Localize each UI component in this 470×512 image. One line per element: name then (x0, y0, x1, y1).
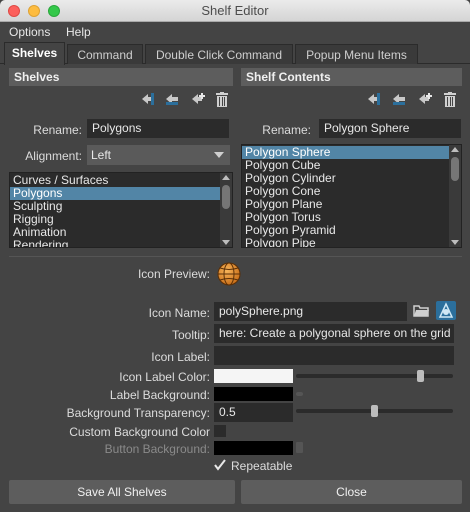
icon-label-color-slider-handle[interactable] (417, 370, 424, 382)
scroll-down-icon[interactable] (222, 240, 230, 245)
move-item-left-icon[interactable] (365, 91, 383, 107)
icon-preview-label: Icon Preview: (137, 267, 210, 281)
shelf-rename-label: Rename: (33, 123, 82, 137)
shelves-header: Shelves (9, 68, 233, 86)
scroll-up-icon[interactable] (451, 147, 459, 152)
icon-label-input[interactable] (214, 346, 454, 365)
background-transparency-slider-handle[interactable] (371, 405, 378, 417)
item-rename-input[interactable]: Polygon Sphere (319, 119, 461, 138)
move-shelf-up-icon[interactable] (139, 91, 157, 107)
icon-name-label: Icon Name: (148, 306, 210, 320)
menu-help[interactable]: Help (66, 25, 91, 39)
tab-shelves[interactable]: Shelves (4, 42, 65, 65)
label-background-slider (296, 392, 303, 396)
alignment-value: Left (91, 148, 112, 162)
tab-popup-menu-items[interactable]: Popup Menu Items (295, 44, 418, 64)
new-item-icon[interactable] (416, 91, 434, 107)
sphere-icon (217, 262, 241, 286)
scroll-down-icon[interactable] (451, 240, 459, 245)
browse-icon-button[interactable] (436, 301, 456, 320)
chevron-down-icon (214, 152, 224, 158)
alignment-label: Alignment: (25, 149, 82, 163)
shelf-rename-input[interactable]: Polygons (87, 119, 229, 138)
scroll-thumb[interactable] (451, 157, 459, 181)
label-background-swatch[interactable] (214, 387, 293, 401)
shelves-list[interactable]: Curves / Surfaces Polygons Sculpting Rig… (9, 172, 233, 248)
button-background-label: Button Background: (104, 442, 210, 456)
tab-bar: Shelves Command Double Click Command Pop… (0, 42, 470, 65)
window-title: Shelf Editor (201, 3, 269, 18)
save-all-shelves-button[interactable]: Save All Shelves (9, 480, 235, 504)
section-divider (9, 256, 462, 257)
contents-list-scrollbar[interactable] (449, 145, 461, 247)
menu-options[interactable]: Options (9, 25, 50, 39)
label-background-label: Label Background: (109, 388, 210, 402)
icon-label-label: Icon Label: (151, 350, 210, 364)
tooltip-input[interactable]: here: Create a polygonal sphere on the g… (214, 324, 454, 343)
shelf-contents-list[interactable]: Polygon Sphere Polygon Cube Polygon Cyli… (241, 144, 462, 248)
delete-shelf-trash-icon[interactable] (213, 91, 231, 107)
folder-icon[interactable] (413, 303, 430, 318)
item-rename-label: Rename: (262, 123, 311, 137)
new-shelf-icon[interactable] (189, 91, 207, 107)
scroll-thumb[interactable] (222, 185, 230, 209)
scroll-up-icon[interactable] (222, 175, 230, 180)
tooltip-label: Tooltip: (171, 328, 210, 342)
icon-label-color-label: Icon Label Color: (119, 370, 210, 384)
button-background-swatch (214, 441, 293, 455)
custom-background-checkbox[interactable] (214, 425, 226, 437)
tab-command[interactable]: Command (67, 44, 143, 64)
icon-label-color-swatch[interactable] (214, 369, 293, 383)
background-transparency-input[interactable]: 0.5 (214, 403, 293, 422)
move-item-right-icon[interactable] (390, 91, 408, 107)
close-button[interactable]: Close (241, 480, 462, 504)
list-item[interactable]: Rendering (10, 239, 232, 248)
repeatable-label: Repeatable (231, 459, 293, 473)
title-bar: Shelf Editor (0, 0, 470, 22)
custom-background-label: Custom Background Color (69, 425, 210, 439)
icon-name-input[interactable]: polySphere.png (214, 302, 407, 321)
shelf-contents-header: Shelf Contents (241, 68, 462, 86)
menu-bar: Options Help (0, 22, 470, 42)
tab-double-click-command[interactable]: Double Click Command (145, 44, 293, 64)
move-shelf-down-icon[interactable] (163, 91, 181, 107)
delete-item-trash-icon[interactable] (441, 91, 459, 107)
shelves-list-scrollbar[interactable] (220, 173, 232, 247)
checkmark-icon (214, 459, 226, 471)
repeatable-checkbox[interactable] (213, 458, 227, 472)
alignment-dropdown[interactable]: Left (87, 145, 230, 165)
list-item[interactable]: Polygon Pipe (242, 237, 461, 248)
button-background-slider (296, 442, 303, 453)
background-transparency-label: Background Transparency: (66, 406, 210, 420)
icon-label-color-slider[interactable] (296, 374, 453, 378)
